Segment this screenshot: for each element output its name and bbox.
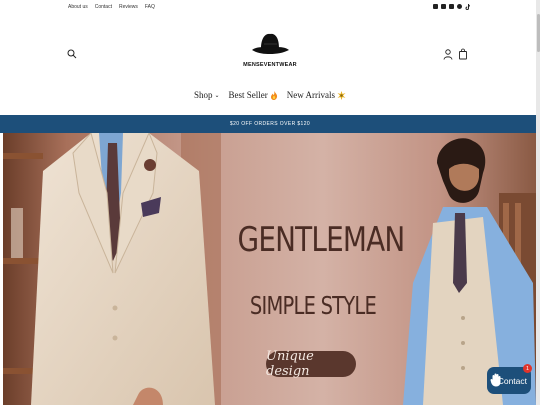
brand-logo[interactable]: MENSEVENTWEAR	[238, 28, 302, 76]
hero-subtitle: SIMPLE STYLE	[249, 291, 377, 320]
chevron-down-icon: ⌄	[214, 92, 220, 99]
search-icon[interactable]	[67, 49, 77, 59]
faq-link[interactable]: FAQ	[145, 4, 155, 10]
site-header: MENSEVENTWEAR Shop ⌄ Best Seller New Arr…	[0, 13, 540, 115]
hero-banner[interactable]: GENTLEMAN SIMPLE STYLE Unique design	[3, 133, 536, 405]
page: About us Contact Reviews FAQ MENSEVENTWE…	[0, 0, 540, 405]
nav-item-shop[interactable]: Shop ⌄	[194, 90, 220, 100]
top-links: About us Contact Reviews FAQ	[68, 4, 155, 10]
contact-link[interactable]: Contact	[95, 4, 112, 10]
scrollbar-thumb[interactable]	[536, 14, 540, 52]
nav-item-label: New Arrivals	[286, 90, 336, 100]
account-icon[interactable]	[443, 49, 453, 60]
pinterest-icon[interactable]	[457, 4, 462, 9]
hat-logo-icon	[252, 33, 289, 54]
instagram-icon[interactable]	[433, 4, 438, 9]
youtube-icon[interactable]	[449, 4, 454, 9]
hero-badge: Unique design	[266, 349, 356, 379]
hero-title: GENTLEMAN	[237, 220, 406, 260]
nav-item-new-arrivals[interactable]: New Arrivals	[287, 90, 346, 100]
fire-icon	[270, 90, 277, 100]
announcement-bar[interactable]: $20 OFF ORDERS OVER $120	[0, 115, 540, 133]
reviews-link[interactable]: Reviews	[119, 4, 138, 10]
contact-label: Contact	[497, 375, 527, 386]
nav-item-label: Best Seller	[228, 90, 268, 100]
about-us-link[interactable]: About us	[68, 4, 88, 10]
brand-name: MENSEVENTWEAR	[243, 62, 297, 68]
announcement-text: $20 OFF ORDERS OVER $120	[229, 121, 311, 127]
page-scrollbar[interactable]	[536, 0, 540, 405]
facebook-icon[interactable]	[441, 4, 446, 9]
main-nav: Shop ⌄ Best Seller New Arrivals	[0, 90, 540, 100]
sparkle-icon	[337, 90, 346, 100]
notification-badge: 1	[523, 364, 532, 373]
top-utility-bar: About us Contact Reviews FAQ	[0, 0, 540, 13]
tiktok-icon[interactable]	[465, 3, 470, 10]
wave-hand-icon	[490, 373, 501, 387]
social-icons	[433, 3, 470, 10]
cart-icon[interactable]	[458, 48, 468, 60]
nav-item-label: Shop	[193, 90, 213, 100]
nav-item-best-seller[interactable]: Best Seller	[229, 90, 278, 100]
